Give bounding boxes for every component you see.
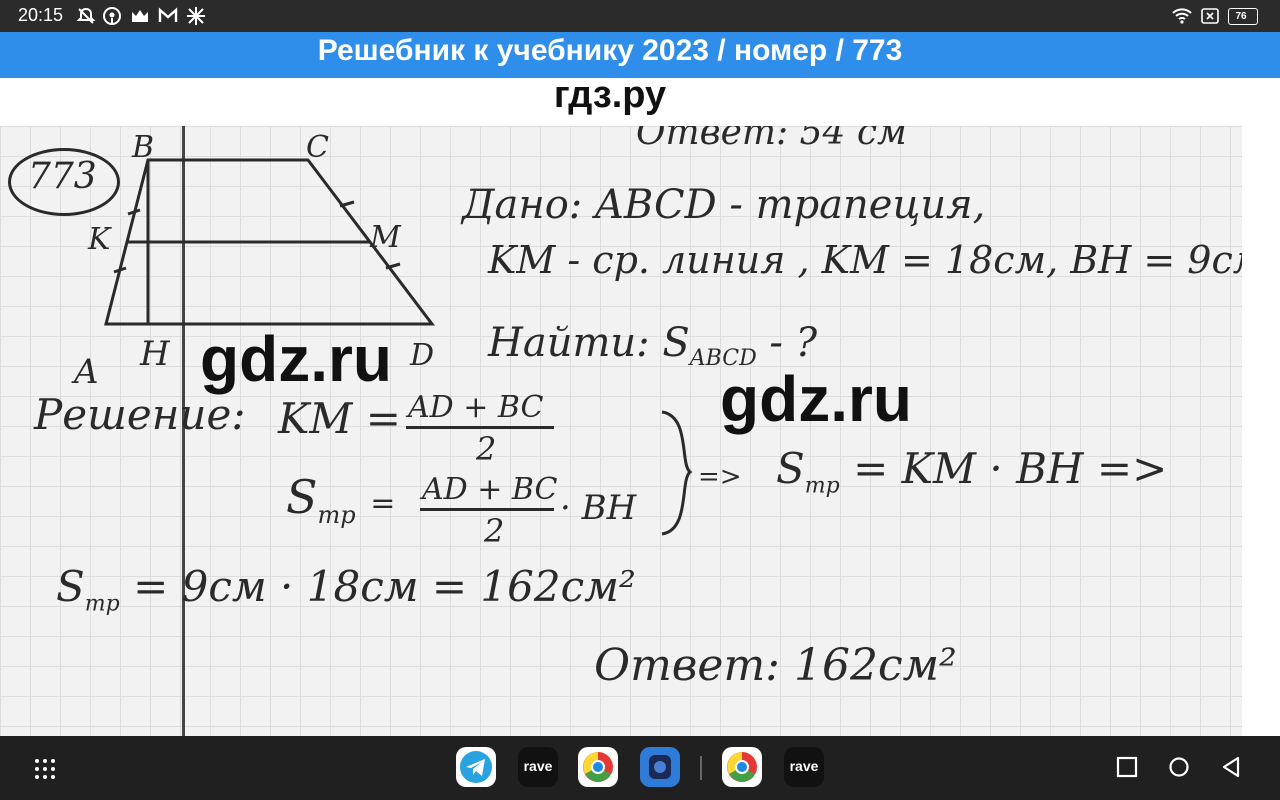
rave-app-recent[interactable]: rave [784,747,824,787]
crown-icon [132,10,148,22]
rave-icon: rave [789,758,819,774]
watermark-left: gdz.ru [200,323,392,395]
circle-nav-icon[interactable] [1168,756,1190,778]
back-nav-icon[interactable] [1220,756,1242,778]
label-d: D [410,338,435,373]
battery-icon: 76 [1228,8,1258,25]
area-equals: = [370,486,396,521]
area-formula-denominator: 2 [484,512,505,550]
square-nav-icon[interactable] [1116,756,1138,778]
final-answer: Ответ: 162см² [594,640,957,691]
label-m: M [370,220,401,255]
label-k: K [88,222,111,257]
answer-top-text: Ответ: 54 см [636,126,907,153]
dock-divider [700,756,702,780]
calc-text: = 9см · 18см = 162см² [133,562,636,611]
calc-s: S [56,562,85,611]
bell-off-icon [76,7,96,24]
solution-label: Решение: [34,390,246,439]
area-s: S [286,470,318,524]
area-formula-numerator: AD + BC [422,472,558,507]
chrome-app[interactable] [578,747,618,787]
km-fraction-bar [406,426,554,429]
gmail-icon [158,7,178,22]
area-result-subscript: тр [804,473,840,499]
status-bar: 20:15 76 [0,0,1280,32]
apps-grid-icon[interactable] [34,758,56,780]
sparkle-icon [187,7,205,25]
page-title: Решебник к учебнику 2023 / номер / 773 [317,34,903,67]
clock: 20:15 [18,5,64,25]
area-times-bh: · BH [560,488,637,528]
chrome-app-recent[interactable] [722,747,762,787]
telegram-app[interactable] [456,747,496,787]
label-b: B [132,130,155,165]
label-h: H [140,334,170,374]
battery-level: 76 [1235,11,1247,22]
km-formula-numerator: AD + BC [408,390,544,425]
navigation-bar: rave rave [0,736,1280,800]
implies-arrow: => [698,462,742,492]
chrome-icon [583,752,613,782]
km-equals: KM = [278,394,401,443]
area-result-line: Sтр = KM · BH => [776,444,1167,498]
camera-icon [649,755,671,779]
podcast-icon [103,7,121,25]
km-formula-denominator: 2 [476,430,497,468]
wifi-icon [1172,8,1192,24]
calculation-line: Sтр = 9см · 18см = 162см² [56,562,636,616]
close-box-icon [1201,8,1219,24]
area-fraction-bar [420,508,554,511]
label-c: C [306,130,329,165]
given-line-2: KM - ср. линия , KM = 18см, BH = 9см [488,238,1242,282]
label-a: A [74,352,99,392]
page-header: Решебник к учебнику 2023 / номер / 773 [0,32,1280,78]
area-subscript: тр [317,501,356,530]
given-line-1: Дано: ABCD - трапеция, [462,182,986,228]
telegram-icon [460,751,492,783]
solution-image: Ответ: 54 см 773 B C K M A H D Дано: ABC… [0,126,1242,736]
watermark-right: gdz.ru [720,363,912,435]
chrome-icon [727,752,757,782]
camera-app[interactable] [640,747,680,787]
find-tail: - ? [756,320,818,366]
find-text: Найти: S [488,320,690,366]
curly-brace [661,410,693,536]
calc-subscript: тр [84,591,120,617]
area-line: Sтр = [286,470,395,529]
area-result-text: = KM · BH => [853,444,1168,493]
area-result-s: S [776,444,805,493]
rave-icon: rave [523,758,553,774]
rave-app[interactable]: rave [518,747,558,787]
site-label: гдз.ру [553,74,667,116]
